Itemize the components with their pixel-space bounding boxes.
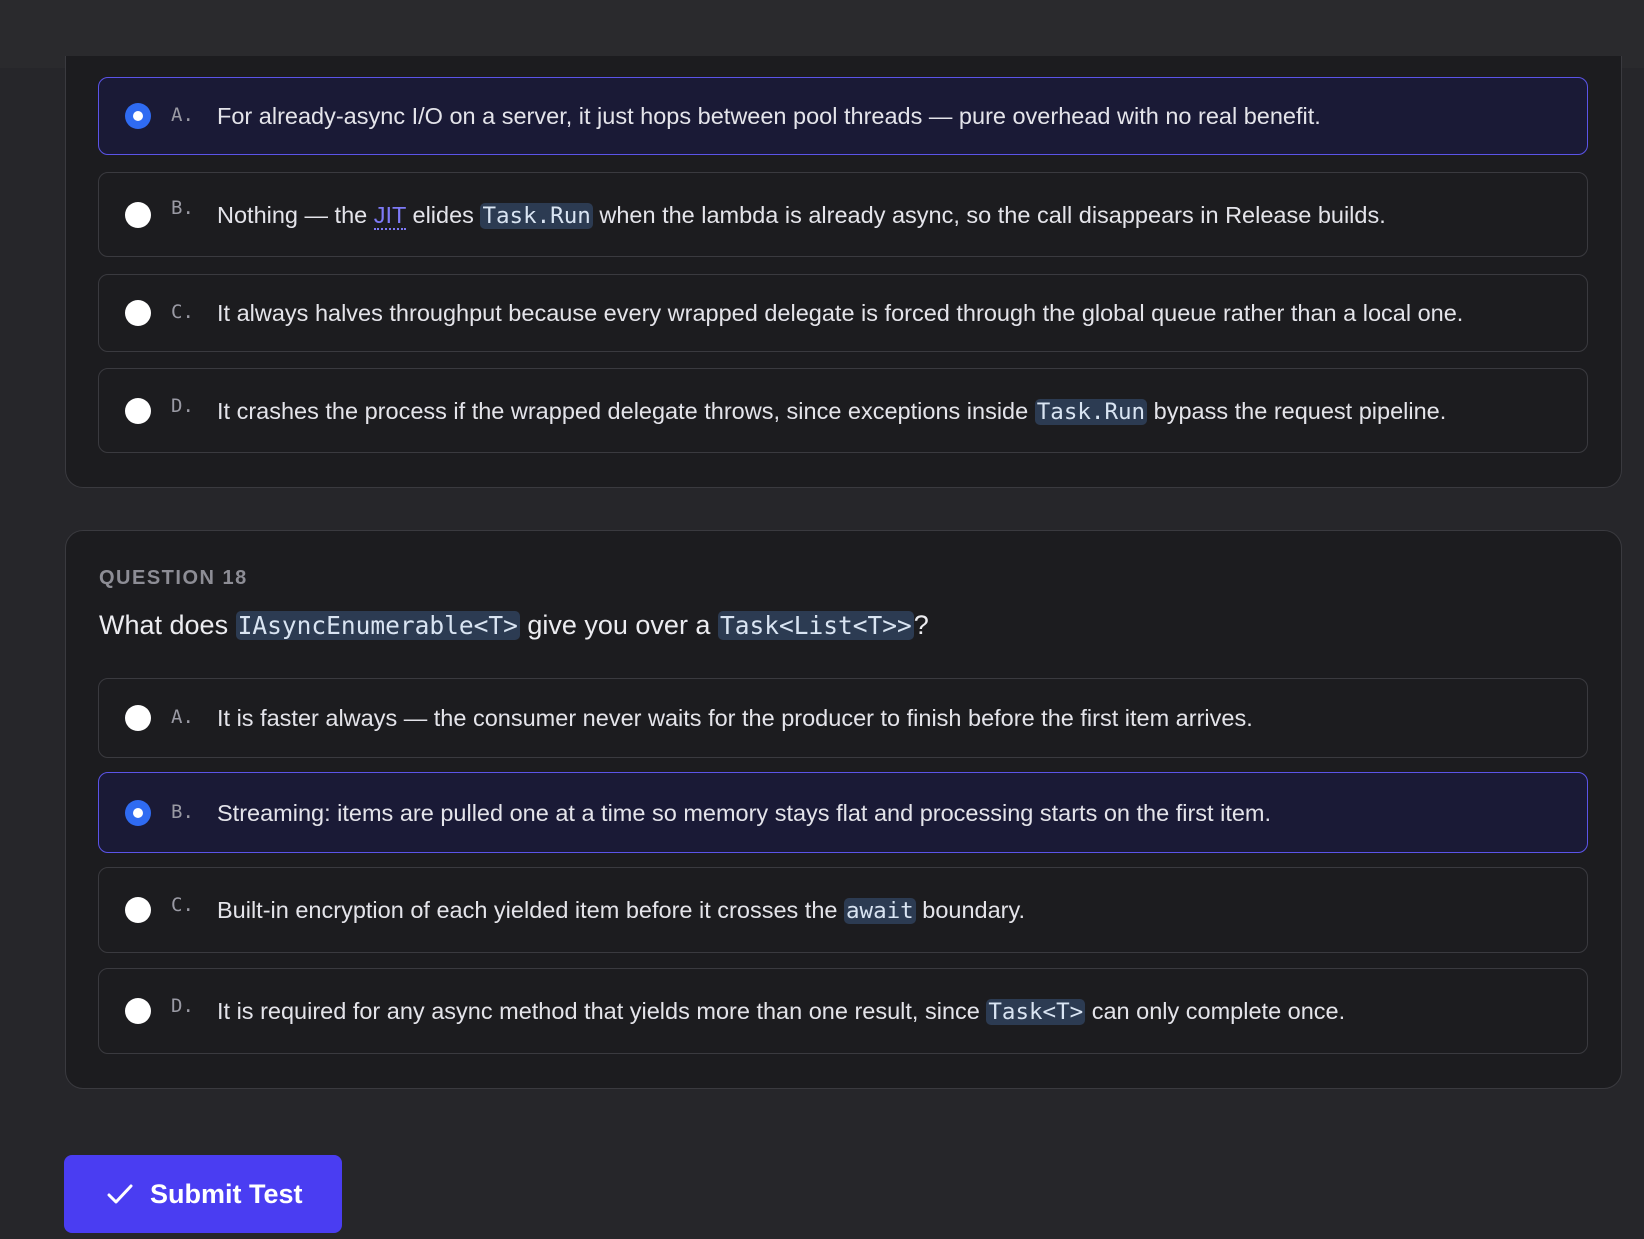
inline-code: Task.Run [1034,398,1148,425]
radio-selected[interactable] [125,799,151,826]
option-d[interactable]: D. It is required for any async method t… [98,968,1588,1054]
quiz-page: A. For already-async I/O on a server, it… [0,0,1644,1239]
option-letter: A. [171,706,194,728]
option-letter: B. [171,800,194,823]
question-number: QUESTION 18 [99,567,248,589]
question-text-part: What does [99,610,236,640]
option-text: Streaming: items are pulled one at a tim… [217,799,1272,826]
jit-tooltip-term[interactable]: JIT [373,201,406,230]
question-card-18: QUESTION 18 What does IAsyncEnumerable<T… [65,530,1622,1089]
option-text: It is faster always — the consumer never… [217,705,1253,731]
option-c[interactable]: C. Built-in encryption of each yielded i… [98,867,1588,953]
radio-unselected[interactable] [125,397,151,424]
radio-unselected[interactable] [125,705,151,731]
option-letter: A. [171,104,194,126]
option-letter: B. [171,196,194,219]
option-text-part: It is required for any async method that… [217,998,987,1024]
option-d[interactable]: D. It crashes the process if the wrapped… [98,368,1588,453]
option-c[interactable]: C. It always halves throughput because e… [98,274,1588,352]
radio-selected[interactable] [125,103,151,129]
option-text: It always halves throughput because ever… [217,300,1464,326]
radio-unselected[interactable] [125,201,151,228]
radio-unselected[interactable] [125,897,151,923]
option-text-part: elides [405,201,481,228]
submit-test-button[interactable]: Submit Test [64,1155,342,1233]
option-text-part: It crashes the process if the wrapped de… [217,397,1035,424]
option-b[interactable]: B. Nothing — the JIT elides Task.Run whe… [98,172,1588,257]
question-card-17: A. For already-async I/O on a server, it… [65,56,1622,488]
submit-label: Submit Test [150,1179,303,1209]
option-letter: D. [171,995,194,1017]
radio-unselected[interactable] [125,300,151,326]
question-text: What does IAsyncEnumerable<T> give you o… [99,610,929,641]
option-text: For already-async I/O on a server, it ju… [217,103,1321,129]
radio-unselected[interactable] [125,998,151,1024]
check-icon [107,1184,133,1204]
option-text-part: bypass the request pipeline. [1147,397,1447,424]
option-text-part: when the lambda is already async, so the… [592,201,1386,228]
option-text-part: boundary. [915,897,1026,923]
inline-code: await [843,898,916,924]
option-text: It is required for any async method that… [217,996,1345,1027]
question-text-part: give you over a [519,610,718,640]
option-letter: C. [171,301,194,323]
inline-code: Task.Run [480,202,593,229]
option-b[interactable]: B. Streaming: items are pulled one at a … [98,772,1588,853]
option-text: It crashes the process if the wrapped de… [217,396,1446,427]
option-letter: C. [171,894,194,916]
option-text-part: Built-in encryption of each yielded item… [217,897,844,923]
option-text: Built-in encryption of each yielded item… [217,895,1025,926]
option-text: Nothing — the JIT elides Task.Run when t… [217,200,1386,231]
option-text-part: can only complete once. [1085,998,1346,1024]
option-a[interactable]: A. For already-async I/O on a server, it… [98,77,1588,155]
option-a[interactable]: A. It is faster always — the consumer ne… [98,678,1588,758]
option-text-part: Nothing — the [217,201,374,228]
option-letter: D. [171,394,194,417]
inline-code: Task<T> [986,999,1086,1025]
inline-code: Task<List<T>> [717,611,914,640]
inline-code: IAsyncEnumerable<T> [235,611,520,640]
question-text-part: ? [913,610,929,640]
